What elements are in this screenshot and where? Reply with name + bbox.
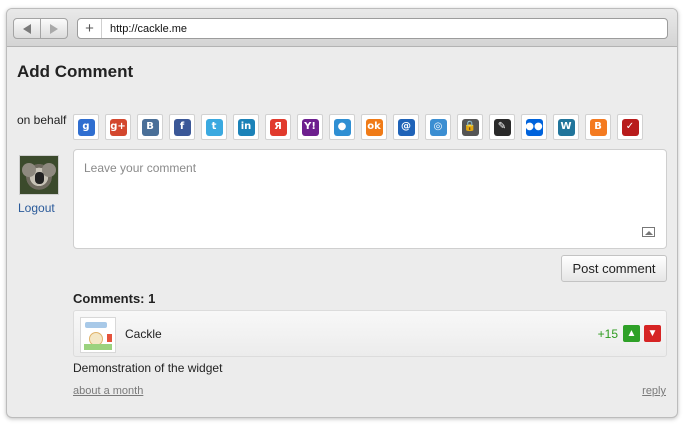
pencil-login-button[interactable]: ✎ — [489, 114, 515, 140]
back-arrow-icon — [23, 23, 31, 34]
yandex-icon: Я — [269, 118, 287, 136]
koala-ear-right — [42, 163, 56, 177]
login-providers: g g+ Bf t in Я Y! ● ok @ ◎ 🔒 ✎ ●● W B ✓ — [73, 114, 649, 140]
koala-nose — [35, 172, 44, 184]
comment-author[interactable]: Cackle — [125, 327, 162, 341]
thumbs-down-icon[interactable]: ▼ — [644, 325, 661, 342]
page-title: Add Comment — [17, 62, 134, 81]
google-icon: g — [77, 118, 95, 136]
thumbs-up-icon[interactable]: ▲ — [623, 325, 640, 342]
google-plus-icon: g+ — [109, 118, 127, 136]
yandex-login-button[interactable]: Я — [265, 114, 291, 140]
forward-arrow-icon — [50, 23, 58, 34]
mail-agent-login-button[interactable]: ● — [329, 114, 355, 140]
odnoklassniki-login-button[interactable]: ok — [361, 114, 387, 140]
reply-link[interactable]: reply — [642, 385, 666, 397]
twitter-login-button[interactable]: t — [201, 114, 227, 140]
back-button[interactable] — [14, 19, 40, 38]
vkontakte-login-button[interactable]: B — [137, 114, 163, 140]
lock-login-button[interactable]: 🔒 — [457, 114, 483, 140]
image-upload-icon[interactable] — [642, 227, 655, 237]
vkontakte-icon: B — [141, 118, 159, 136]
pencil-icon: ✎ — [493, 118, 511, 136]
blogger-login-button[interactable]: B — [585, 114, 611, 140]
user-avatar — [19, 155, 59, 195]
yahoo-icon: Y! — [301, 118, 319, 136]
flickr-login-button[interactable]: ●● — [521, 114, 547, 140]
linkedin-icon: in — [237, 118, 255, 136]
comment-header: Cackle +15 ▲ ▼ — [73, 310, 667, 357]
google-login-button[interactable]: g — [73, 114, 99, 140]
logout-link[interactable]: Logout — [18, 201, 55, 215]
avatar-art — [84, 344, 112, 350]
facebook-login-button[interactable]: f — [169, 114, 195, 140]
wordpress-icon: W — [557, 118, 575, 136]
mail-ru-login-button[interactable]: @ — [393, 114, 419, 140]
odnoklassniki-icon: ok — [365, 118, 383, 136]
koala-ear-left — [22, 163, 36, 177]
post-comment-button[interactable]: Post comment — [561, 255, 667, 282]
rambler-login-button[interactable]: ◎ — [425, 114, 451, 140]
page-content: Add Comment on behalf g g+ Bf t in Я Y! ● ok @ ◎ 🔒 ✎… — [7, 48, 677, 417]
linkedin-login-button[interactable]: in — [233, 114, 259, 140]
comment-input[interactable] — [74, 150, 666, 248]
comment-text: Demonstration of the widget — [73, 361, 223, 375]
rambler-icon: ◎ — [429, 118, 447, 136]
forward-button[interactable] — [40, 19, 67, 38]
checkmark-login-button[interactable]: ✓ — [617, 114, 643, 140]
plus-icon[interactable]: + — [78, 19, 102, 38]
mail-ru-icon: @ — [397, 118, 415, 136]
facebook-icon: f — [173, 118, 191, 136]
avatar-art — [107, 334, 112, 342]
twitter-icon: t — [205, 118, 223, 136]
cackle-avatar[interactable] — [80, 317, 116, 353]
comment-box — [73, 149, 667, 249]
avatar-art — [85, 322, 107, 328]
url-text[interactable]: http://cackle.me — [102, 23, 187, 35]
flickr-icon: ●● — [525, 118, 543, 136]
address-bar[interactable]: + http://cackle.me — [77, 18, 668, 39]
browser-window: + http://cackle.me Add Comment on behalf… — [6, 8, 678, 418]
comments-count: Comments: 1 — [73, 291, 156, 306]
comment-time-link[interactable]: about a month — [73, 385, 143, 397]
yahoo-login-button[interactable]: Y! — [297, 114, 323, 140]
browser-toolbar: + http://cackle.me — [7, 9, 677, 47]
checkmark-icon: ✓ — [621, 118, 639, 136]
mail-agent-icon: ● — [333, 118, 351, 136]
nav-buttons — [13, 18, 68, 39]
lock-icon: 🔒 — [461, 118, 479, 136]
wordpress-login-button[interactable]: W — [553, 114, 579, 140]
on-behalf-label: on behalf — [17, 113, 67, 127]
google-plus-login-button[interactable]: g+ — [105, 114, 131, 140]
blogger-icon: B — [589, 118, 607, 136]
comment-score: +15 — [597, 327, 618, 341]
